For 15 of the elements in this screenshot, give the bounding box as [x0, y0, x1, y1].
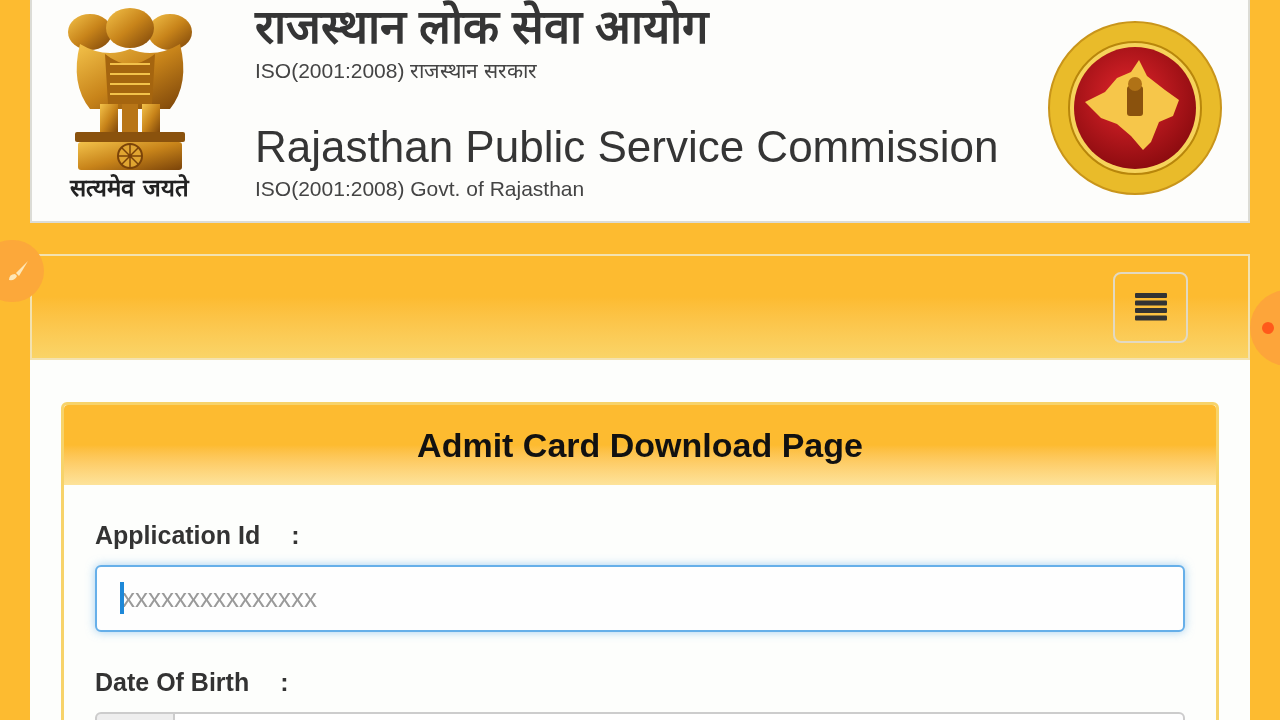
- label-colon: :: [291, 521, 300, 549]
- english-subtitle: ISO(2001:2008) Govt. of Rajasthan: [255, 176, 586, 202]
- emblem-motto: सत्यमेव जयते: [70, 174, 189, 202]
- text-cursor: [120, 582, 124, 614]
- panel-title: Admit Card Download Page: [417, 424, 863, 466]
- menu-icon: [1134, 293, 1167, 321]
- record-dot-icon: [1262, 322, 1274, 334]
- english-title: Rajasthan Public Service Commission: [255, 122, 999, 172]
- field-label: Date Of Birth: [95, 668, 250, 696]
- application-id-field[interactable]: xxxxxxxxxxxxxxx: [95, 565, 1185, 632]
- label-colon: :: [280, 668, 289, 696]
- menu-button[interactable]: [1113, 271, 1188, 343]
- field-label: Application Id: [95, 521, 261, 549]
- hindi-title: राजस्थान लोक सेवा आयोग: [255, 0, 711, 54]
- hindi-subtitle: ISO(2001:2008) राजस्थान सरकार: [255, 58, 539, 84]
